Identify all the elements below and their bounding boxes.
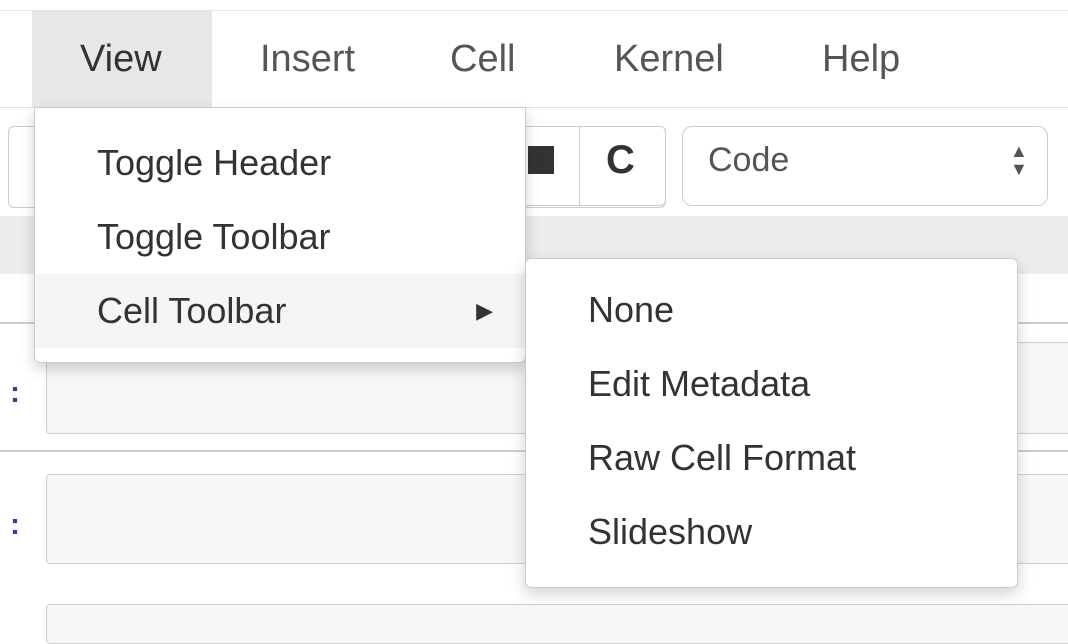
menu-item-toggle-header[interactable]: Toggle Header [35, 126, 525, 200]
submenu-item-none[interactable]: None [526, 273, 1017, 347]
menu-help[interactable]: Help [774, 11, 954, 107]
menu-item-toggle-toolbar[interactable]: Toggle Toolbar [35, 200, 525, 274]
submenu-item-edit-metadata[interactable]: Edit Metadata [526, 347, 1017, 421]
menu-insert[interactable]: Insert [212, 11, 402, 107]
restart-icon: C [606, 138, 635, 182]
menu-view[interactable]: View [32, 11, 212, 107]
cell-prompt: : [10, 376, 20, 409]
menubar: View Insert Cell Kernel Help [0, 11, 1068, 108]
cell-toolbar-submenu: None Edit Metadata Raw Cell Format Slide… [525, 258, 1018, 588]
menu-item-cell-toolbar[interactable]: Cell Toolbar ▶ [35, 274, 525, 348]
cell-type-value: Code [708, 141, 790, 179]
submenu-item-slideshow[interactable]: Slideshow [526, 495, 1017, 569]
menu-kernel[interactable]: Kernel [566, 11, 774, 107]
caret-right-icon: ▶ [476, 298, 493, 323]
view-menu-dropdown: Toggle Header Toggle Toolbar Cell Toolba… [34, 107, 526, 363]
code-cell-input[interactable] [46, 604, 1068, 644]
menu-cell[interactable]: Cell [402, 11, 566, 107]
top-divider [0, 0, 1068, 11]
menu-item-cell-toolbar-label: Cell Toolbar [97, 290, 287, 331]
stop-icon [528, 146, 554, 174]
submenu-item-raw-cell-format[interactable]: Raw Cell Format [526, 421, 1017, 495]
select-arrows-icon: ▲ ▼ [1010, 141, 1028, 179]
cell-prompt: : [10, 508, 20, 541]
